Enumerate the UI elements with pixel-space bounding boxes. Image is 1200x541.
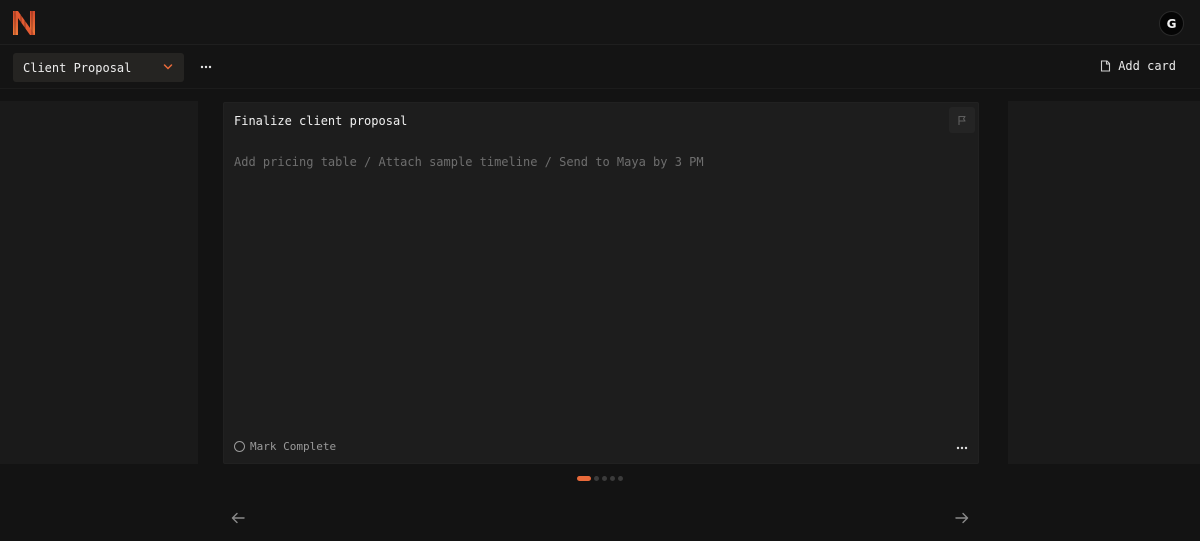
task-card: Finalize client proposal Add pricing tab… [223, 102, 979, 464]
top-bar: G [0, 0, 1200, 45]
board-select[interactable]: Client Proposal [13, 53, 184, 82]
new-card-icon [1101, 60, 1111, 72]
flag-icon [958, 115, 966, 125]
carousel-pagination [577, 476, 623, 481]
board-select-label: Client Proposal [23, 60, 132, 75]
more-horizontal-icon [200, 65, 212, 69]
pagination-dot[interactable] [610, 476, 615, 481]
circle-check-icon [234, 441, 245, 452]
next-card-button[interactable] [954, 510, 970, 526]
arrow-right-icon [955, 512, 969, 524]
previous-card-preview[interactable] [0, 101, 198, 464]
pagination-dot[interactable] [577, 476, 591, 481]
more-horizontal-icon [956, 446, 968, 450]
chevron-down-icon [163, 64, 173, 70]
pagination-dot[interactable] [602, 476, 607, 481]
arrow-left-icon [231, 512, 245, 524]
user-avatar[interactable]: G [1159, 11, 1184, 36]
next-card-preview[interactable] [1008, 101, 1200, 464]
add-card-button[interactable]: Add card [1100, 59, 1176, 73]
pagination-dot[interactable] [594, 476, 599, 481]
previous-card-button[interactable] [230, 510, 246, 526]
card-description[interactable]: Add pricing table / Attach sample timeli… [234, 155, 704, 169]
board-toolbar: Client Proposal Add card [0, 45, 1200, 89]
mark-complete-label: Mark Complete [250, 440, 337, 453]
board-more-button[interactable] [196, 57, 216, 77]
card-title[interactable]: Finalize client proposal [234, 114, 407, 128]
avatar-initial: G [1166, 16, 1177, 31]
app-logo-icon[interactable] [12, 10, 36, 36]
pagination-dot[interactable] [618, 476, 623, 481]
flag-button[interactable] [949, 107, 975, 133]
add-card-label: Add card [1118, 59, 1176, 73]
mark-complete-button[interactable]: Mark Complete [234, 440, 336, 453]
card-more-button[interactable] [956, 439, 968, 453]
